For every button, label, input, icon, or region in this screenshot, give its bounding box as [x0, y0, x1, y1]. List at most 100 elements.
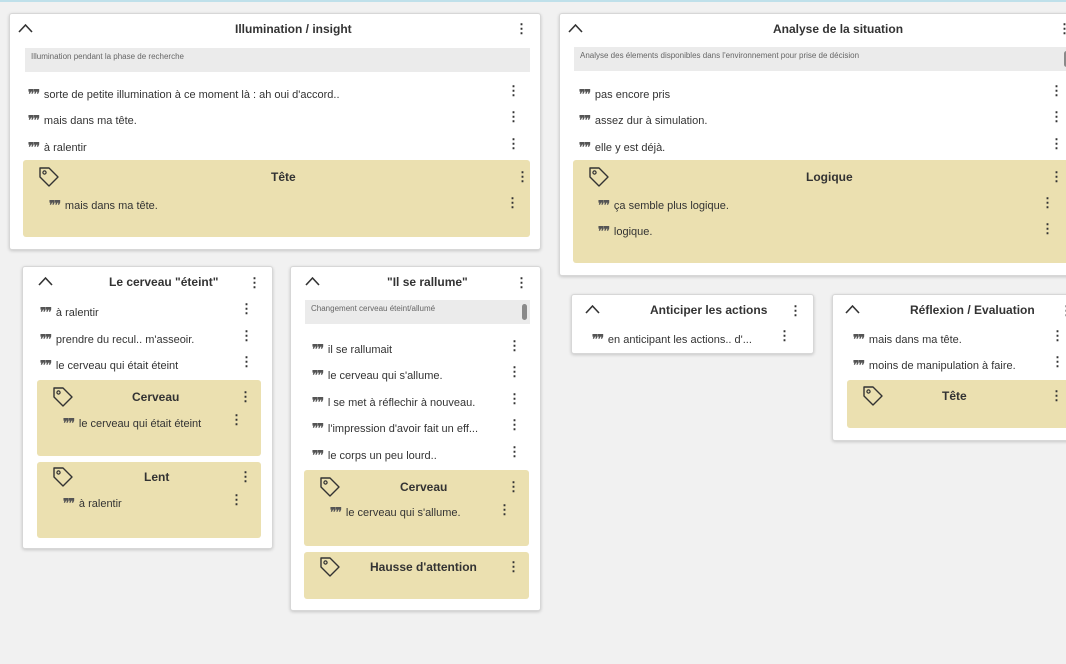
tag-icon — [39, 167, 59, 187]
kebab-menu-icon[interactable]: ⋮ — [515, 276, 528, 289]
quote-item[interactable]: ❞❞ assez dur à simulation. — [579, 113, 707, 127]
quote-icon: ❞❞ — [598, 198, 610, 212]
card-description: Changement cerveau éteint/allumé — [305, 300, 530, 324]
quote-item[interactable]: ❞❞ le cerveau qui s'allume. — [312, 368, 443, 382]
quote-icon: ❞❞ — [49, 198, 61, 212]
chevron-up-icon[interactable] — [585, 304, 600, 314]
kebab-menu-icon[interactable]: ⋮ — [1051, 355, 1064, 368]
quote-icon: ❞❞ — [598, 224, 610, 238]
chevron-up-icon[interactable] — [305, 276, 320, 286]
quote-item[interactable]: ❞❞ à ralentir — [63, 496, 122, 510]
quote-item[interactable]: ❞❞ mais dans ma tête. — [853, 332, 962, 346]
quote-item[interactable]: ❞❞ le cerveau qui était éteint — [40, 358, 178, 372]
quote-item[interactable]: ❞❞ il se rallumait — [312, 342, 392, 356]
quote-text: à ralentir — [43, 142, 87, 154]
chevron-up-icon[interactable] — [38, 276, 53, 286]
kebab-menu-icon[interactable]: ⋮ — [507, 480, 520, 493]
kebab-menu-icon[interactable]: ⋮ — [516, 170, 529, 183]
quote-item[interactable]: ❞❞ ça semble plus logique. — [598, 198, 729, 212]
card-description-text: Changement cerveau éteint/allumé — [311, 304, 436, 313]
kebab-menu-icon[interactable]: ⋮ — [789, 304, 802, 317]
kebab-menu-icon[interactable]: ⋮ — [239, 470, 252, 483]
kebab-menu-icon[interactable]: ⋮ — [507, 84, 520, 97]
quote-item[interactable]: ❞❞ mais dans ma tête. — [28, 113, 137, 127]
kebab-menu-icon[interactable]: ⋮ — [1050, 137, 1063, 150]
quote-item[interactable]: ❞❞ le cerveau qui s'allume. — [330, 505, 461, 519]
quote-item[interactable]: ❞❞ le corps un peu lourd.. — [312, 448, 437, 462]
tag-title: Cerveau — [132, 390, 180, 404]
kebab-menu-icon[interactable]: ⋮ — [515, 22, 528, 35]
quote-item[interactable]: ❞❞ en anticipant les actions.. d'... — [592, 332, 752, 346]
kebab-menu-icon[interactable]: ⋮ — [230, 493, 243, 506]
scrollbar-thumb[interactable] — [522, 304, 527, 320]
card-header: Anticiper les actions ⋮ — [572, 295, 813, 325]
kebab-menu-icon[interactable]: ⋮ — [507, 560, 520, 573]
kebab-menu-icon[interactable]: ⋮ — [778, 329, 791, 342]
kebab-menu-icon[interactable]: ⋮ — [1050, 110, 1063, 123]
kebab-menu-icon[interactable]: ⋮ — [508, 445, 521, 458]
kebab-menu-icon[interactable]: ⋮ — [1050, 170, 1063, 183]
kebab-menu-icon[interactable]: ⋮ — [508, 365, 521, 378]
kebab-menu-icon[interactable]: ⋮ — [498, 503, 511, 516]
quote-text: sorte de petite illumination à ce moment… — [43, 89, 340, 101]
quote-text: moins de manipulation à faire. — [868, 360, 1016, 372]
kebab-menu-icon[interactable]: ⋮ — [1050, 84, 1063, 97]
quote-item[interactable]: ❞❞ elle y est déjà. — [579, 140, 665, 154]
kebab-menu-icon[interactable]: ⋮ — [240, 302, 253, 315]
kebab-menu-icon[interactable]: ⋮ — [1060, 304, 1066, 317]
card-header: Le cerveau "éteint" ⋮ — [23, 267, 272, 297]
tag-icon — [320, 557, 340, 577]
quote-item[interactable]: ❞❞ à ralentir — [40, 305, 99, 319]
quote-item[interactable]: ❞❞ moins de manipulation à faire. — [853, 358, 1016, 372]
quote-icon: ❞❞ — [853, 358, 865, 372]
quote-text: l'impression d'avoir fait un eff... — [327, 423, 479, 435]
tag-title: Logique — [806, 170, 853, 184]
kebab-menu-icon[interactable]: ⋮ — [508, 418, 521, 431]
tag-title: Tête — [271, 170, 296, 184]
kebab-menu-icon[interactable]: ⋮ — [506, 196, 519, 209]
kebab-menu-icon[interactable]: ⋮ — [239, 390, 252, 403]
quote-item[interactable]: ❞❞ l'impression d'avoir fait un eff... — [312, 421, 478, 435]
chevron-up-icon[interactable] — [845, 304, 860, 314]
card-title: "Il se rallume" — [387, 275, 468, 289]
card-anticiper-actions: Anticiper les actions ⋮ ❞❞ en anticipant … — [571, 294, 814, 354]
chevron-up-icon[interactable] — [18, 23, 33, 33]
kebab-menu-icon[interactable]: ⋮ — [230, 413, 243, 426]
card-reflexion-evaluation: Réflexion / Evaluation ⋮ ❞❞mais dans ma … — [832, 294, 1066, 441]
chevron-up-icon[interactable] — [568, 23, 583, 33]
quote-item[interactable]: ❞❞ à ralentir — [28, 140, 87, 154]
kebab-menu-icon[interactable]: ⋮ — [1041, 196, 1054, 209]
kebab-menu-icon[interactable]: ⋮ — [240, 355, 253, 368]
tag-icon — [320, 477, 340, 497]
quote-icon: ❞❞ — [28, 113, 40, 127]
quote-text: le cerveau qui était éteint — [55, 360, 179, 372]
quote-text: prendre du recul.. m'asseoir. — [55, 334, 195, 346]
kebab-menu-icon[interactable]: ⋮ — [1050, 389, 1063, 402]
quote-item[interactable]: ❞❞ prendre du recul.. m'asseoir. — [40, 332, 194, 346]
quote-icon: ❞❞ — [28, 140, 40, 154]
kebab-menu-icon[interactable]: ⋮ — [1051, 329, 1064, 342]
quote-icon: ❞❞ — [40, 358, 52, 372]
quote-item[interactable]: ❞❞ sorte de petite illumination à ce mome… — [28, 87, 340, 101]
quote-item[interactable]: ❞❞ l se met à réflechir à nouveau. — [312, 395, 475, 409]
quote-text: il se rallumait — [327, 344, 393, 356]
kebab-menu-icon[interactable]: ⋮ — [508, 392, 521, 405]
quote-text: le cerveau qui s'allume. — [327, 370, 443, 382]
card-header: "Il se rallume" ⋮ — [291, 267, 540, 297]
kebab-menu-icon[interactable]: ⋮ — [248, 276, 261, 289]
quote-icon: ❞❞ — [312, 448, 324, 462]
quote-item[interactable]: ❞❞ mais dans ma tête. — [49, 198, 158, 212]
card-il-se-rallume: "Il se rallume" ⋮ Changement cerveau éte… — [290, 266, 541, 611]
quote-item[interactable]: ❞❞ le cerveau qui était éteint — [63, 416, 201, 430]
quote-item[interactable]: ❞❞ pas encore pris — [579, 87, 670, 101]
quote-icon: ❞❞ — [579, 87, 591, 101]
quote-icon: ❞❞ — [853, 332, 865, 346]
kebab-menu-icon[interactable]: ⋮ — [1058, 22, 1066, 35]
kebab-menu-icon[interactable]: ⋮ — [508, 339, 521, 352]
quote-item[interactable]: ❞❞ logique. — [598, 224, 652, 238]
quote-icon: ❞❞ — [312, 421, 324, 435]
kebab-menu-icon[interactable]: ⋮ — [240, 329, 253, 342]
kebab-menu-icon[interactable]: ⋮ — [1041, 222, 1054, 235]
kebab-menu-icon[interactable]: ⋮ — [507, 137, 520, 150]
kebab-menu-icon[interactable]: ⋮ — [507, 110, 520, 123]
